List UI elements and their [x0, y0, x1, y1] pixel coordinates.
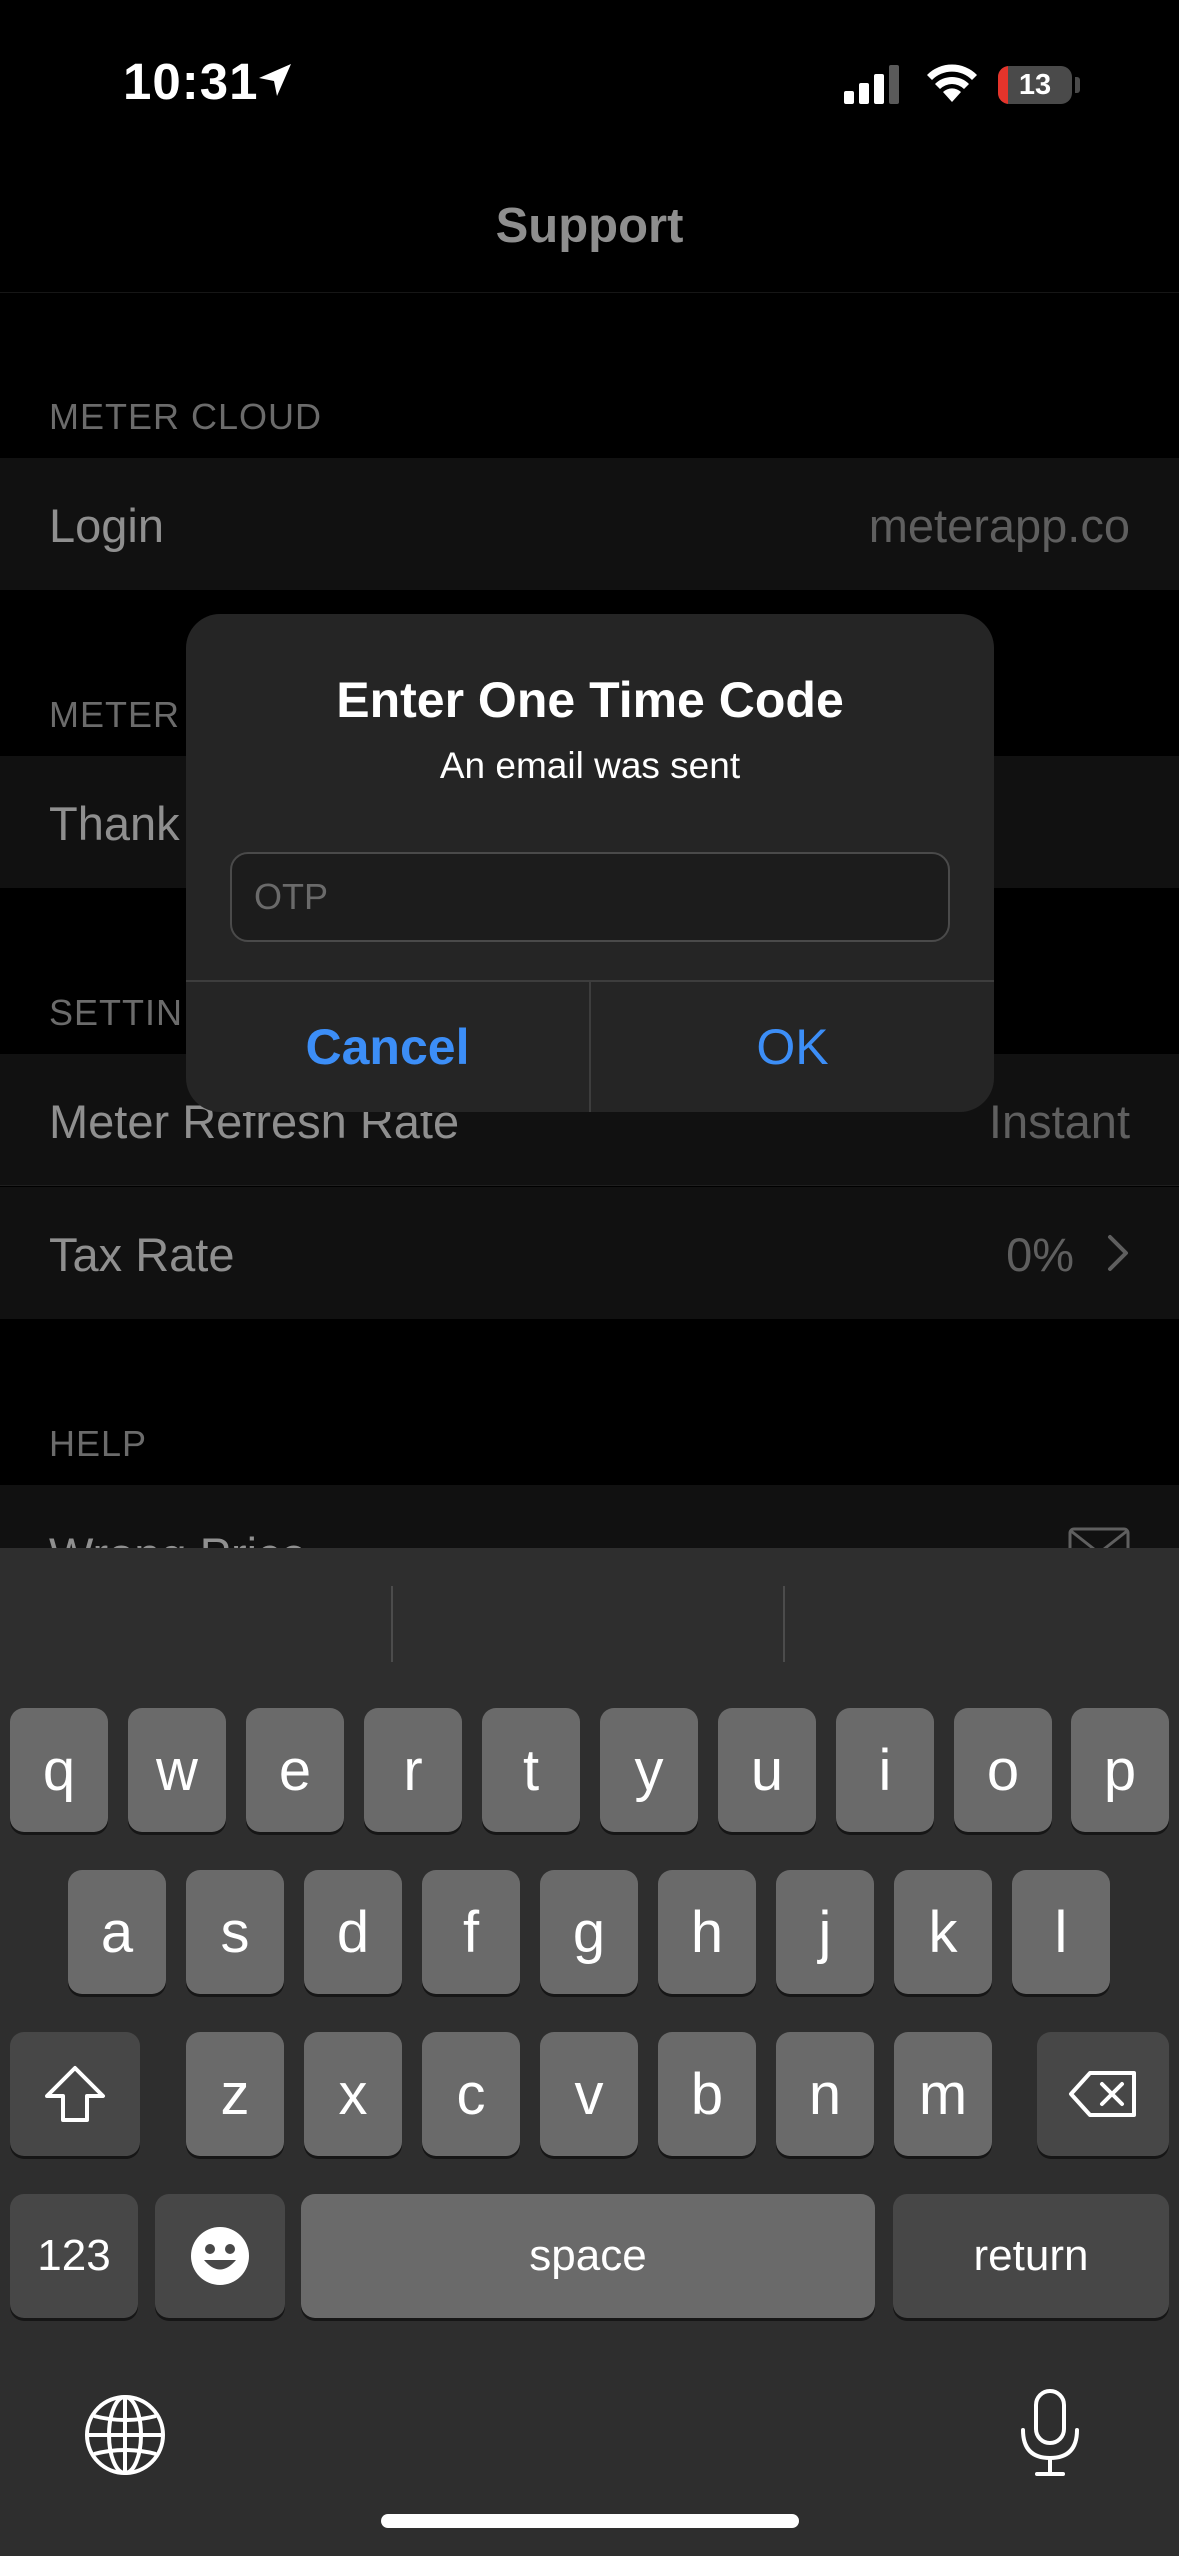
battery-level: 13 [1018, 69, 1052, 101]
otp-alert-dialog: Enter One Time Code An email was sent Ca… [186, 614, 994, 1112]
key-w[interactable]: w [128, 1708, 226, 1832]
key-s[interactable]: s [186, 1870, 284, 1994]
login-label: Login [49, 499, 164, 552]
tax-rate-value: 0% [1006, 1228, 1074, 1281]
section-header-meter-cloud: METER CLOUD [49, 396, 323, 437]
key-f[interactable]: f [422, 1870, 520, 1994]
key-e[interactable]: e [246, 1708, 344, 1832]
microphone-icon[interactable] [1017, 2388, 1083, 2478]
key-a[interactable]: a [68, 1870, 166, 1994]
key-i[interactable]: i [836, 1708, 934, 1832]
key-l[interactable]: l [1012, 1870, 1110, 1994]
battery-cap [1075, 77, 1080, 93]
section-header-meter: METER [49, 694, 180, 735]
key-z[interactable]: z [186, 2032, 284, 2156]
return-key[interactable]: return [893, 2194, 1169, 2318]
globe-icon[interactable] [84, 2394, 166, 2476]
key-r[interactable]: r [364, 1708, 462, 1832]
key-q[interactable]: q [10, 1708, 108, 1832]
key-n[interactable]: n [776, 2032, 874, 2156]
tax-rate-row[interactable]: Tax Rate 0% [0, 1187, 1179, 1319]
key-t[interactable]: t [482, 1708, 580, 1832]
emoji-face-icon [191, 2227, 249, 2285]
location-arrow-icon [259, 64, 291, 96]
section-header-help: HELP [49, 1423, 148, 1464]
cancel-button[interactable]: Cancel [186, 982, 589, 1112]
battery-icon: 13 [998, 66, 1072, 104]
key-v[interactable]: v [540, 2032, 638, 2156]
key-m[interactable]: m [894, 2032, 992, 2156]
thanks-label: Thank [49, 797, 180, 850]
delete-backward-icon [1069, 2071, 1136, 2117]
key-g[interactable]: g [540, 1870, 638, 1994]
ok-button[interactable]: OK [591, 982, 994, 1112]
key-b[interactable]: b [658, 2032, 756, 2156]
status-time: 10:31 [123, 53, 259, 110]
key-x[interactable]: x [304, 2032, 402, 2156]
dialog-title: Enter One Time Code [336, 672, 844, 728]
login-row[interactable]: Login meterapp.co [0, 458, 1179, 590]
key-c[interactable]: c [422, 2032, 520, 2156]
emoji-key[interactable] [155, 2194, 285, 2318]
key-j[interactable]: j [776, 1870, 874, 1994]
login-value: meterapp.co [868, 499, 1130, 552]
key-h[interactable]: h [658, 1870, 756, 1994]
keyboard: q w e r t y u i o p a s d f g h j k l z … [0, 1548, 1179, 2556]
wifi-icon [927, 64, 977, 102]
dialog-message: An email was sent [439, 745, 741, 786]
page-title: Support [495, 199, 684, 253]
numbers-key[interactable]: 123 [10, 2194, 138, 2318]
nav-divider [0, 292, 1179, 293]
key-k[interactable]: k [894, 1870, 992, 1994]
key-y[interactable]: y [600, 1708, 698, 1832]
cellular-signal-icon [844, 65, 899, 104]
suggestion-divider [391, 1586, 393, 1662]
key-o[interactable]: o [954, 1708, 1052, 1832]
section-header-settings: SETTIN [49, 992, 184, 1033]
key-p[interactable]: p [1071, 1708, 1169, 1832]
shift-arrow-icon [45, 2066, 105, 2122]
chevron-right-icon [1108, 1235, 1128, 1271]
otp-input[interactable] [230, 852, 950, 942]
backspace-key[interactable] [1037, 2032, 1169, 2156]
refresh-rate-value: Instant [988, 1095, 1130, 1148]
shift-key[interactable] [10, 2032, 140, 2156]
key-u[interactable]: u [718, 1708, 816, 1832]
space-key[interactable]: space [301, 2194, 875, 2318]
key-d[interactable]: d [304, 1870, 402, 1994]
tax-rate-label: Tax Rate [49, 1228, 235, 1281]
row-divider [0, 1185, 1179, 1186]
home-indicator[interactable] [381, 2514, 799, 2528]
suggestion-divider [783, 1586, 785, 1662]
status-bar: 10:31 13 [0, 0, 1179, 175]
